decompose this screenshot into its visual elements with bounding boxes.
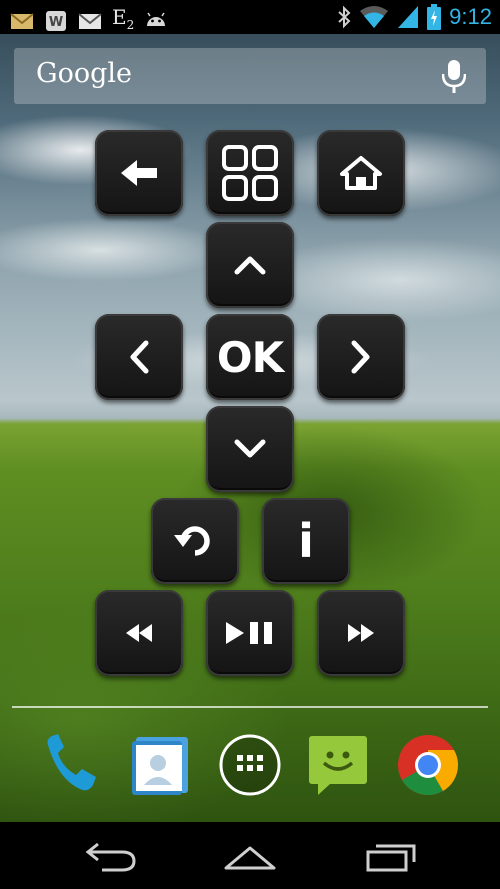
navigation-bar xyxy=(0,822,500,889)
google-search-bar[interactable]: Google xyxy=(14,48,486,104)
fast-forward-button[interactable] xyxy=(317,590,405,676)
android-icon xyxy=(147,12,166,26)
up-button[interactable] xyxy=(206,222,294,308)
grid-icon xyxy=(222,145,278,201)
play-pause-button[interactable] xyxy=(206,590,294,676)
mic-icon[interactable] xyxy=(442,60,466,94)
all-apps-button[interactable] xyxy=(218,733,282,797)
e2-subscript: 2 xyxy=(126,18,135,32)
back-button[interactable] xyxy=(95,130,183,216)
wordpress-icon: W xyxy=(46,11,66,31)
play-pause-icon xyxy=(226,622,272,644)
e2-icon: E2 xyxy=(112,6,134,36)
home-button[interactable] xyxy=(317,130,405,216)
contacts-app-icon[interactable] xyxy=(128,733,192,797)
down-button[interactable] xyxy=(206,406,294,492)
chevron-left-icon xyxy=(130,340,149,374)
nav-back-button[interactable] xyxy=(82,840,142,872)
wifi-icon xyxy=(360,6,389,28)
system-icons: 9:12 xyxy=(337,4,492,30)
e2-letter: E xyxy=(112,5,127,29)
replay-button[interactable] xyxy=(151,498,239,584)
svg-text:W: W xyxy=(49,15,63,30)
left-button[interactable] xyxy=(95,314,183,400)
house-icon xyxy=(340,156,382,190)
chevron-up-icon xyxy=(234,256,266,275)
chevron-down-icon xyxy=(234,439,266,458)
google-logo: Google xyxy=(36,58,132,89)
replay-icon xyxy=(174,526,210,556)
info-label: i xyxy=(298,514,314,568)
chevron-right-icon xyxy=(351,340,370,374)
info-button[interactable]: i xyxy=(262,498,350,584)
ok-button[interactable]: OK xyxy=(206,314,294,400)
nav-home-button[interactable] xyxy=(220,840,280,872)
chrome-app-icon[interactable] xyxy=(396,733,460,797)
ok-label: OK xyxy=(216,332,284,382)
right-button[interactable] xyxy=(317,314,405,400)
messaging-app-icon[interactable] xyxy=(306,733,370,797)
signal-icon xyxy=(398,6,419,28)
nav-recents-button[interactable] xyxy=(360,840,420,872)
apps-grid-button[interactable] xyxy=(206,130,294,216)
rewind-icon xyxy=(126,624,152,642)
status-bar: W E2 9:12 xyxy=(0,0,500,34)
battery-icon xyxy=(427,4,442,30)
dock-divider xyxy=(12,706,488,708)
gmail-icon xyxy=(10,13,34,29)
phone-app-icon[interactable] xyxy=(40,733,104,797)
arrow-left-icon xyxy=(121,160,157,186)
email-icon xyxy=(78,13,102,29)
notification-icons: W E2 xyxy=(10,6,168,36)
clock: 9:12 xyxy=(449,4,492,29)
bluetooth-icon xyxy=(338,5,351,29)
fast-forward-icon xyxy=(348,624,374,642)
rewind-button[interactable] xyxy=(95,590,183,676)
